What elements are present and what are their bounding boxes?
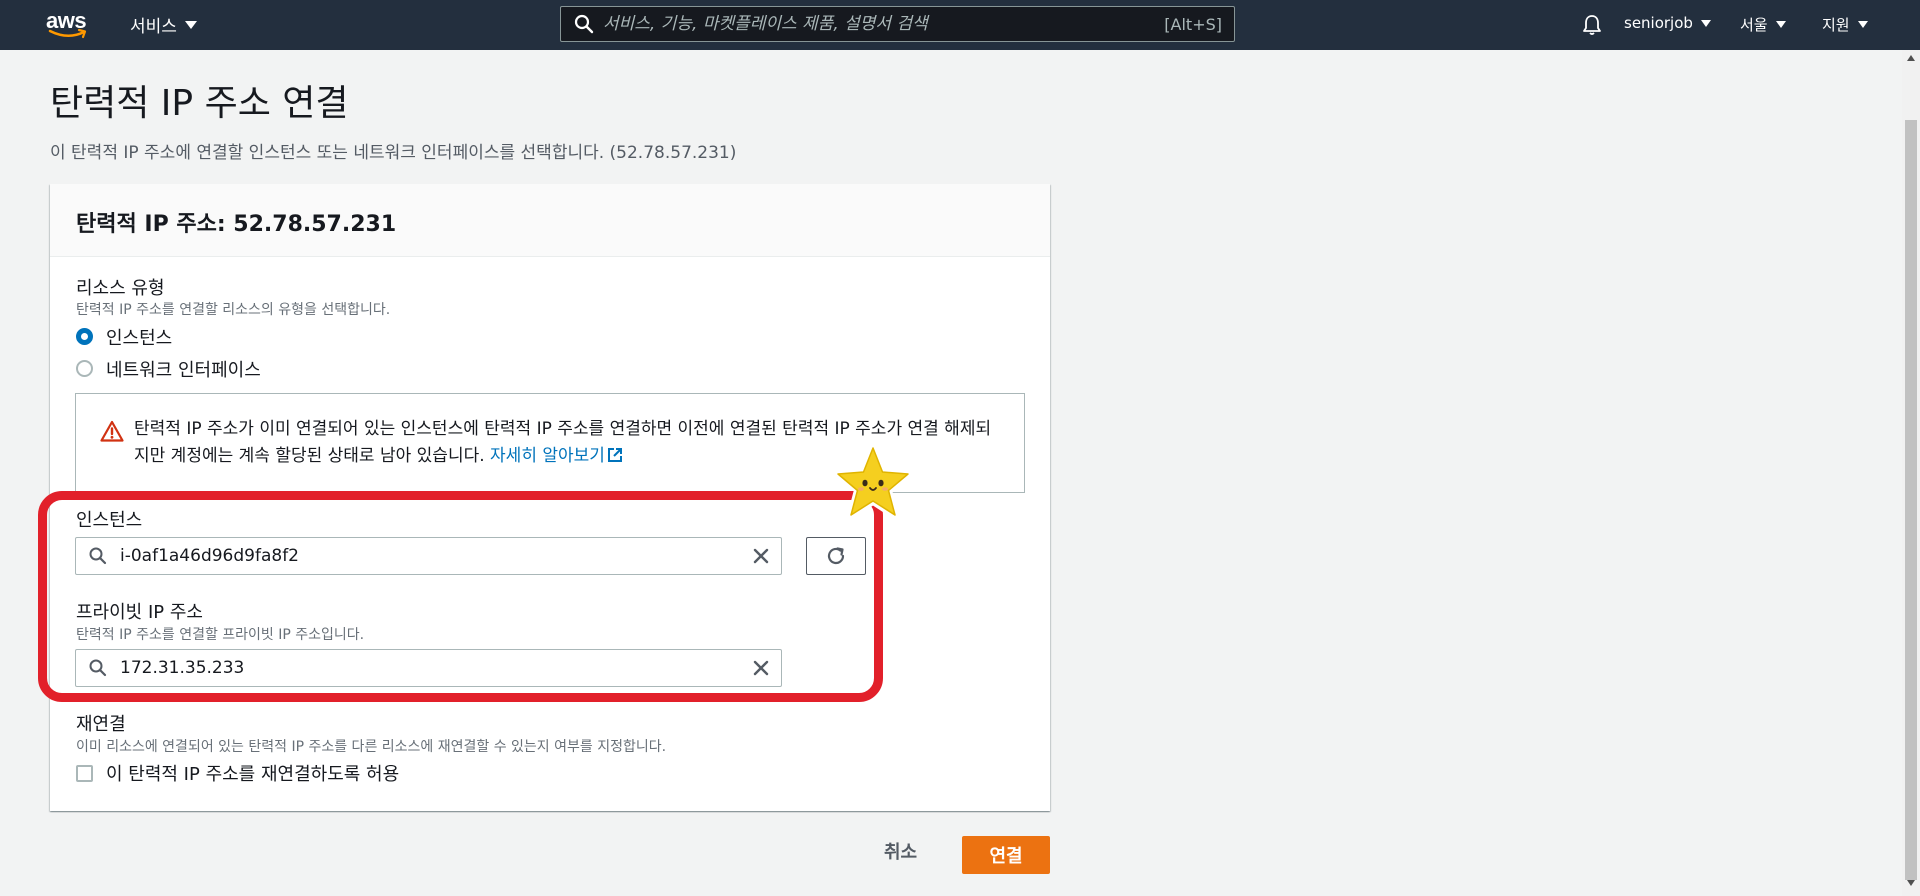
resource-type-description: 탄력적 IP 주소를 연결할 리소스의 유형을 선택합니다. bbox=[76, 302, 391, 318]
star-sticker-icon bbox=[833, 443, 913, 520]
aws-logo[interactable]: aws bbox=[46, 8, 92, 42]
private-ip-input[interactable] bbox=[108, 658, 751, 678]
radio-network-interface[interactable] bbox=[76, 360, 93, 377]
caret-down-icon bbox=[1857, 21, 1868, 28]
region-label: 서울 bbox=[1740, 16, 1768, 34]
external-link-icon bbox=[607, 448, 622, 462]
account-menu[interactable]: seniorjob bbox=[1624, 14, 1711, 32]
learn-more-label: 자세히 알아보기 bbox=[490, 446, 605, 466]
account-label: seniorjob bbox=[1624, 14, 1693, 32]
panel-title: 탄력적 IP 주소: 52.78.57.231 bbox=[76, 212, 397, 237]
search-icon bbox=[89, 547, 107, 565]
region-menu[interactable]: 서울 bbox=[1740, 14, 1786, 35]
instance-input[interactable] bbox=[108, 546, 751, 566]
cancel-button[interactable]: 취소 bbox=[884, 838, 917, 864]
learn-more-link[interactable]: 자세히 알아보기 bbox=[490, 446, 623, 466]
search-icon bbox=[574, 14, 594, 34]
scroll-down-icon[interactable] bbox=[1907, 880, 1915, 886]
radio-instance[interactable] bbox=[76, 328, 93, 345]
caret-down-icon bbox=[1700, 19, 1711, 27]
refresh-button[interactable] bbox=[806, 537, 866, 575]
aws-smile-icon bbox=[48, 28, 87, 39]
services-menu[interactable]: 서비스 bbox=[130, 12, 197, 37]
clear-icon[interactable] bbox=[751, 658, 771, 678]
support-label: 지원 bbox=[1822, 16, 1850, 34]
associate-button[interactable]: 연결 bbox=[962, 836, 1050, 874]
services-label: 서비스 bbox=[130, 17, 177, 37]
reassociation-label: 재연결 bbox=[76, 714, 126, 735]
caret-down-icon bbox=[184, 20, 197, 29]
caret-down-icon bbox=[1775, 21, 1786, 28]
warning-icon bbox=[100, 420, 124, 442]
search-icon bbox=[89, 659, 107, 677]
top-nav: aws 서비스 [Alt+S] seniorjob 서울 지원 bbox=[0, 0, 1920, 50]
scroll-thumb[interactable] bbox=[1905, 120, 1917, 880]
page-title: 탄력적 IP 주소 연결 bbox=[50, 83, 349, 124]
instance-label: 인스턴스 bbox=[76, 510, 143, 531]
radio-network-interface-label[interactable]: 네트워크 인터페이스 bbox=[106, 356, 261, 382]
panel-header: 탄력적 IP 주소: 52.78.57.231 bbox=[50, 184, 1050, 257]
reassociation-checkbox-label[interactable]: 이 탄력적 IP 주소를 재연결하도록 허용 bbox=[106, 760, 399, 786]
clear-icon[interactable] bbox=[751, 546, 771, 566]
global-search-input[interactable] bbox=[595, 14, 1165, 34]
support-menu[interactable]: 지원 bbox=[1822, 14, 1868, 35]
page-description: 이 탄력적 IP 주소에 연결할 인스턴스 또는 네트워크 인터페이스를 선택합… bbox=[50, 143, 737, 163]
reassociation-description: 이미 리소스에 연결되어 있는 탄력적 IP 주소를 다른 리소스에 재연결할 … bbox=[76, 739, 667, 755]
global-search[interactable]: [Alt+S] bbox=[560, 6, 1235, 42]
page-scrollbar[interactable] bbox=[1902, 50, 1920, 896]
search-shortcut: [Alt+S] bbox=[1164, 14, 1222, 34]
instance-search-field[interactable] bbox=[75, 537, 782, 575]
private-ip-label: 프라이빗 IP 주소 bbox=[76, 602, 203, 623]
radio-instance-label[interactable]: 인스턴스 bbox=[106, 324, 172, 350]
scroll-up-icon[interactable] bbox=[1907, 55, 1915, 61]
resource-type-label: 리소스 유형 bbox=[76, 278, 165, 299]
bell-icon[interactable] bbox=[1580, 13, 1604, 37]
private-ip-search-field[interactable] bbox=[75, 649, 782, 687]
reassociation-checkbox[interactable] bbox=[76, 765, 93, 782]
private-ip-description: 탄력적 IP 주소를 연결할 프라이빗 IP 주소입니다. bbox=[76, 627, 365, 643]
refresh-icon bbox=[827, 547, 845, 565]
